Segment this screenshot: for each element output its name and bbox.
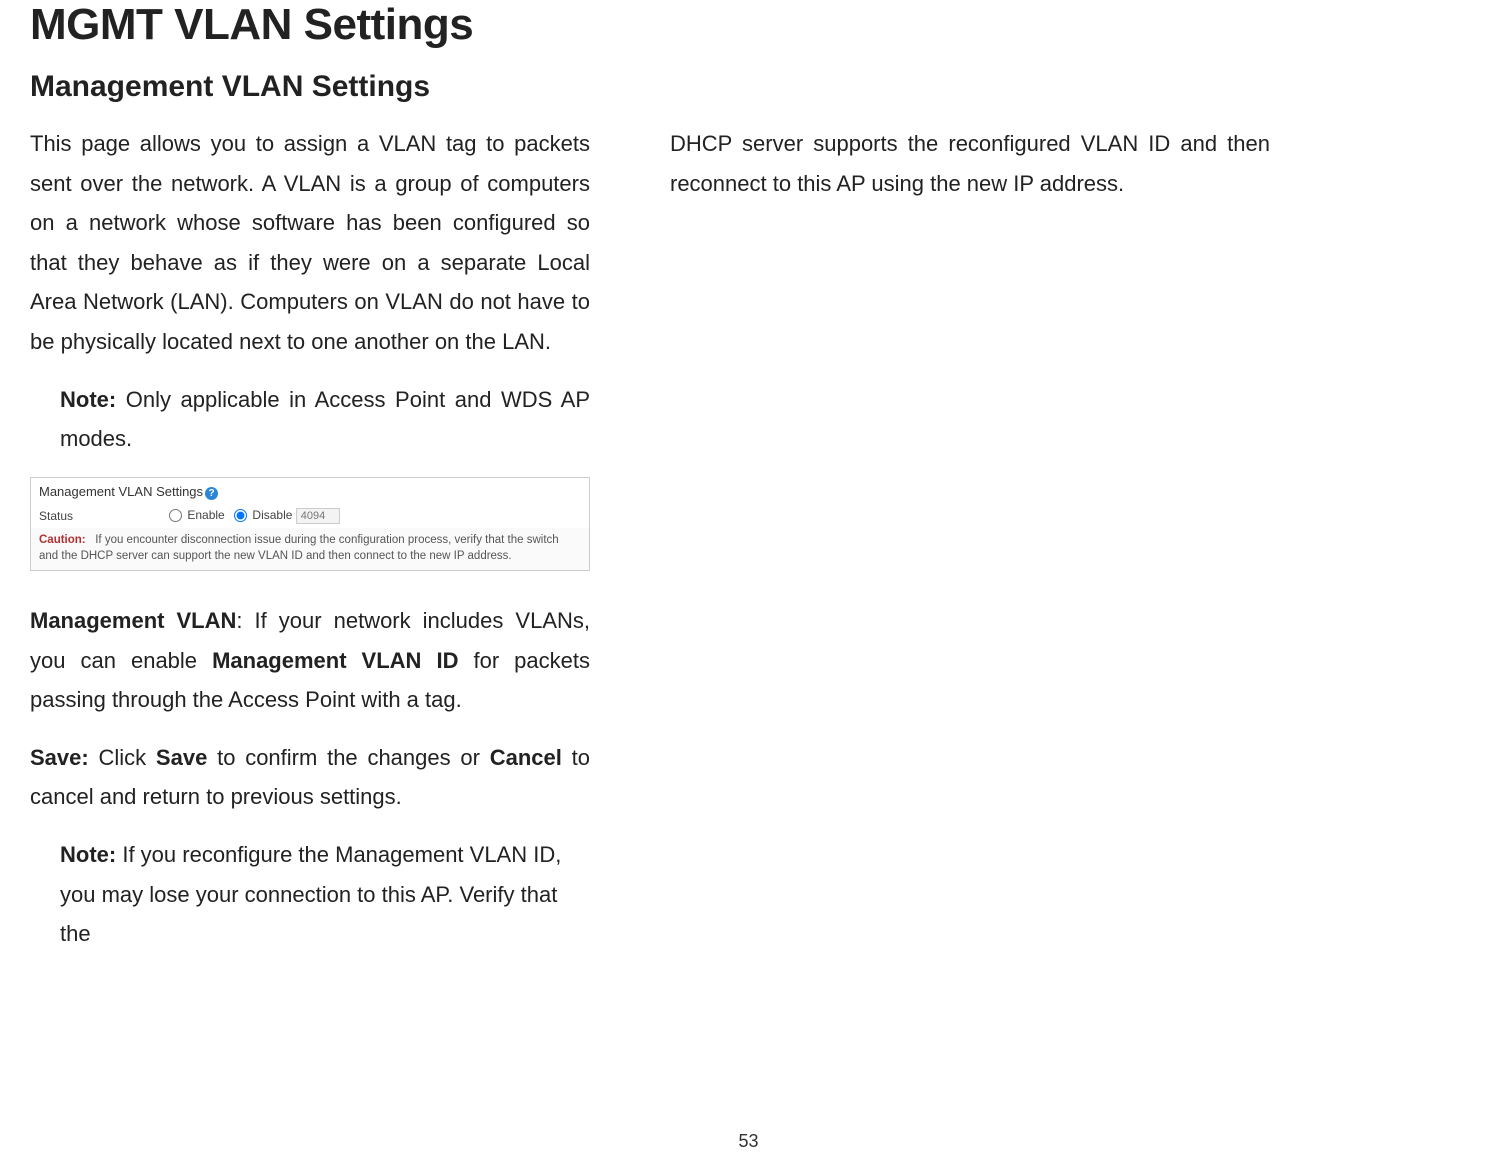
right-continuation: DHCP server supports the reconfigured VL… bbox=[670, 124, 1270, 203]
caution-label: Caution: bbox=[39, 534, 86, 546]
save-paragraph: Save: Click Save to confirm the changes … bbox=[30, 738, 590, 817]
settings-panel: Management VLAN Settings? Status Enable … bbox=[30, 477, 590, 571]
right-column: DHCP server supports the reconfigured VL… bbox=[670, 124, 1270, 972]
mgmt-vlan-label: Management VLAN bbox=[30, 608, 236, 633]
disable-label: Disable bbox=[252, 508, 292, 522]
save-bold: Save bbox=[156, 745, 207, 770]
panel-title-row: Management VLAN Settings? bbox=[31, 478, 589, 504]
note-2-label: Note: bbox=[60, 842, 116, 867]
info-icon[interactable]: ? bbox=[205, 487, 218, 500]
page-title: MGMT VLAN Settings bbox=[30, 0, 1467, 50]
note-2: Note: If you reconfigure the Management … bbox=[60, 835, 590, 954]
status-row: Status Enable Disable bbox=[31, 504, 589, 528]
save-text2: to confirm the changes or bbox=[207, 745, 489, 770]
mgmt-vlan-id-bold: Management VLAN ID bbox=[212, 648, 458, 673]
left-column: This page allows you to assign a VLAN ta… bbox=[30, 124, 590, 972]
note-1-text: Only applicable in Access Point and WDS … bbox=[60, 387, 590, 452]
mgmt-vlan-paragraph: Management VLAN: If your network include… bbox=[30, 601, 590, 720]
panel-title-text: Management VLAN Settings bbox=[39, 484, 203, 499]
save-text1: Click bbox=[89, 745, 156, 770]
caution-text: If you encounter disconnection issue dur… bbox=[39, 534, 559, 562]
section-heading: Management VLAN Settings bbox=[30, 70, 1467, 104]
enable-label: Enable bbox=[187, 508, 224, 522]
note-2-text: If you reconfigure the Management VLAN I… bbox=[60, 842, 561, 946]
disable-radio[interactable] bbox=[234, 509, 247, 522]
vlan-id-input[interactable] bbox=[296, 508, 340, 524]
status-options: Enable Disable bbox=[163, 508, 340, 524]
status-label: Status bbox=[39, 509, 149, 523]
intro-paragraph: This page allows you to assign a VLAN ta… bbox=[30, 124, 590, 362]
save-label: Save: bbox=[30, 745, 89, 770]
caution-row: Caution: If you encounter disconnection … bbox=[31, 528, 589, 570]
page-number: 53 bbox=[0, 1131, 1497, 1152]
enable-radio[interactable] bbox=[169, 509, 182, 522]
note-1: Note: Only applicable in Access Point an… bbox=[60, 380, 590, 459]
cancel-bold: Cancel bbox=[490, 745, 562, 770]
note-1-label: Note: bbox=[60, 387, 116, 412]
